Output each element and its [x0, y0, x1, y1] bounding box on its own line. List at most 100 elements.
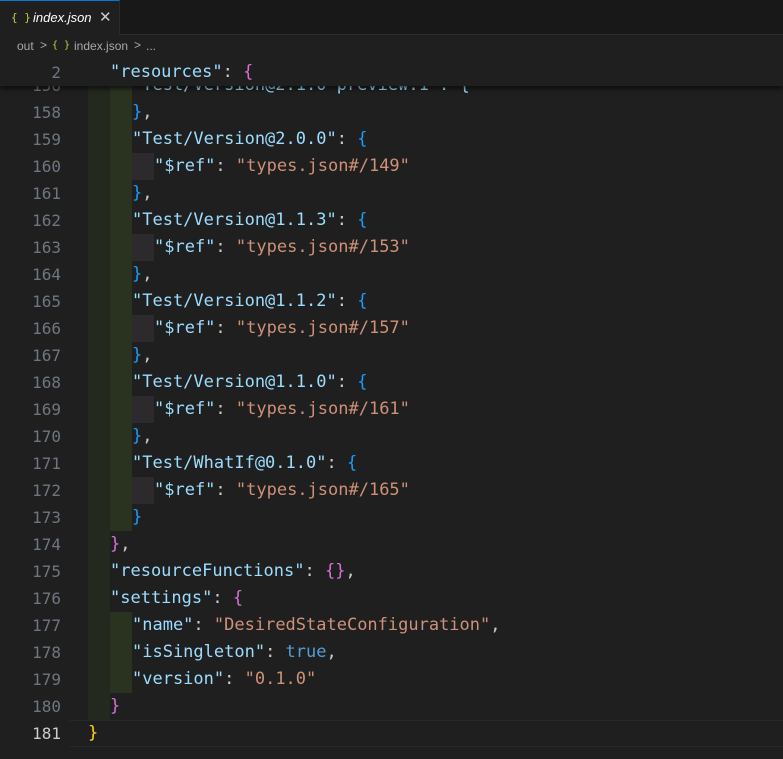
json-colon: : — [215, 156, 236, 176]
line-number: 167 — [32, 346, 61, 365]
tab-bar: { } index.json ✕ — [0, 0, 783, 35]
json-key: "$ref" — [154, 237, 216, 257]
sticky-key: "resources" — [110, 62, 223, 82]
json-colon: : — [215, 318, 236, 338]
code-line: 161}, — [0, 180, 783, 207]
tab-label: index.json — [33, 10, 92, 25]
json-close-brace: } — [132, 102, 143, 122]
line-number: 171 — [32, 454, 61, 473]
json-key: "resourceFunctions" — [110, 561, 305, 581]
code-line: 164}, — [0, 261, 783, 288]
code-line: 172 "$ref": "types.json#/165" — [0, 477, 783, 504]
json-close-brace: } — [110, 534, 121, 554]
json-colon: : — [215, 237, 236, 257]
code-line: 160 "$ref": "types.json#/149" — [0, 153, 783, 180]
json-boolean-value: true — [285, 642, 327, 662]
code-text: "Test/WhatIf@0.1.0": { — [132, 450, 357, 477]
tab-index-json[interactable]: { } index.json ✕ — [0, 0, 120, 35]
line-number: 175 — [32, 562, 61, 581]
code-text: } — [110, 693, 120, 720]
line-number: 179 — [32, 670, 61, 689]
json-close-brace: } — [110, 696, 121, 716]
json-string-value: "types.json#/165" — [235, 480, 410, 500]
json-colon: : — [215, 480, 236, 500]
line-number: 2 — [51, 63, 61, 82]
json-close-brace: } — [132, 507, 143, 527]
code-line: 158}, — [0, 99, 783, 126]
json-colon: : — [336, 372, 358, 392]
sticky-scroll-header[interactable]: 2 "resources": { — [0, 59, 783, 86]
line-number: 169 — [32, 400, 61, 419]
line-number: 161 — [32, 184, 61, 203]
code-line: 163 "$ref": "types.json#/153" — [0, 234, 783, 261]
code-text: "$ref": "types.json#/149" — [154, 153, 410, 180]
line-number: 163 — [32, 238, 61, 257]
json-close-brace: } — [132, 426, 143, 446]
breadcrumb-separator: > — [40, 38, 48, 52]
json-string-value: "types.json#/149" — [235, 156, 410, 176]
code-text: } — [88, 720, 98, 747]
code-text: "resourceFunctions": {}, — [110, 558, 356, 585]
close-icon[interactable]: ✕ — [99, 8, 112, 26]
json-string-value: "types.json#/153" — [235, 237, 410, 257]
json-colon: : — [193, 615, 214, 635]
line-number: 168 — [32, 373, 61, 392]
json-key: "name" — [132, 615, 194, 635]
json-key: "$ref" — [154, 399, 216, 419]
json-close-brace: } — [132, 345, 143, 365]
code-text: }, — [132, 423, 153, 450]
json-key: "$ref" — [154, 480, 216, 500]
code-text: "Test/Version@2.0.0": { — [132, 126, 367, 153]
json-string-value: "types.json#/161" — [235, 399, 410, 419]
code-line: 167}, — [0, 342, 783, 369]
json-open-brace: { — [346, 453, 358, 473]
json-file-icon: { } — [52, 40, 71, 51]
json-string-value: "types.json#/157" — [235, 318, 410, 338]
code-line: 162 "Test/Version@1.1.3": { — [0, 207, 783, 234]
code-text: "settings": { — [110, 585, 243, 612]
json-colon: : — [336, 129, 358, 149]
code-text: "$ref": "types.json#/157" — [154, 315, 410, 342]
line-number: 164 — [32, 265, 61, 284]
code-line: 159 "Test/Version@2.0.0": { — [0, 126, 783, 153]
json-key: "Test/Version@1.1.2" — [132, 291, 337, 311]
line-number: 181 — [32, 724, 61, 743]
json-string-value: "0.1.0" — [244, 669, 317, 689]
json-open-brace: { — [232, 588, 244, 608]
code-line: 179 "version": "0.1.0" — [0, 666, 783, 693]
json-comma: , — [142, 102, 153, 122]
code-line: 168 "Test/Version@1.1.0": { — [0, 369, 783, 396]
json-open-brace: { — [357, 210, 368, 230]
line-number: 174 — [32, 535, 61, 554]
code-text: "$ref": "types.json#/161" — [154, 396, 410, 423]
code-text: }, — [110, 531, 131, 558]
code-text: "Test/Version@1.1.3": { — [132, 207, 367, 234]
breadcrumb-file[interactable]: index.json — [74, 39, 128, 53]
line-number: 176 — [32, 589, 61, 608]
json-colon: : — [336, 291, 358, 311]
json-key: "isSingleton" — [132, 642, 266, 662]
code-text: "version": "0.1.0" — [132, 666, 316, 693]
line-number: 178 — [32, 643, 61, 662]
code-editor[interactable]: 156 "Test/Version@2.1.0-preview.1": { 2 … — [0, 59, 783, 759]
breadcrumb-symbol[interactable]: ... — [146, 39, 156, 53]
breadcrumb-folder-out[interactable]: out — [17, 39, 34, 53]
line-number: 158 — [32, 103, 61, 122]
line-number: 162 — [32, 211, 61, 230]
line-number: 177 — [32, 616, 61, 635]
json-key: "Test/Version@2.0.0" — [132, 129, 337, 149]
code-text: "Test/Version@1.1.0": { — [132, 369, 367, 396]
json-comma: , — [120, 534, 131, 554]
json-colon: : — [265, 642, 286, 662]
code-line: 169 "$ref": "types.json#/161" — [0, 396, 783, 423]
code-line: 166 "$ref": "types.json#/157" — [0, 315, 783, 342]
json-colon: : — [336, 210, 358, 230]
json-comma: , — [142, 345, 153, 365]
line-number: 159 — [32, 130, 61, 149]
json-close-brace: } — [132, 183, 143, 203]
code-text: }, — [132, 342, 153, 369]
code-text: "name": "DesiredStateConfiguration", — [132, 612, 501, 639]
json-colon: : — [224, 669, 245, 689]
line-number: 172 — [32, 481, 61, 500]
json-colon: : — [326, 453, 347, 473]
